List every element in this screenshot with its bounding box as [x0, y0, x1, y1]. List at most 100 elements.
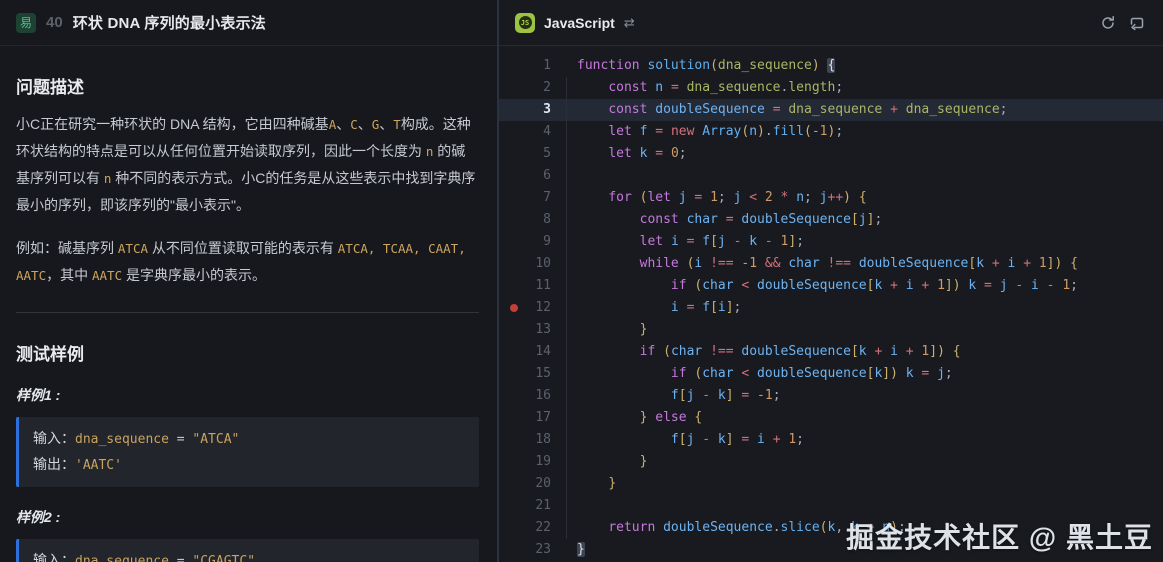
code-text[interactable]: for (let j = 1; j < 2 * n; j++) {	[551, 187, 867, 209]
code-line[interactable]: 23}	[499, 539, 1163, 561]
line-number[interactable]: 15	[535, 363, 551, 385]
code-line[interactable]: 15 if (char < doubleSequence[k]) k = j;	[499, 363, 1163, 385]
line-number[interactable]: 18	[535, 429, 551, 451]
code-line[interactable]: 20 }	[499, 473, 1163, 495]
code-line[interactable]: 14 if (char !== doubleSequence[k + i + 1…	[499, 341, 1163, 363]
code-line[interactable]: 13 }	[499, 319, 1163, 341]
code-text[interactable]: f[j - k] = -1;	[551, 385, 781, 407]
code-text[interactable]: }	[551, 319, 647, 341]
line-gutter[interactable]: 2	[499, 77, 551, 99]
line-gutter[interactable]: 9	[499, 231, 551, 253]
line-gutter[interactable]: 12	[499, 297, 551, 319]
line-gutter[interactable]: 8	[499, 209, 551, 231]
code-text[interactable]: if (char < doubleSequence[k + i + 1]) k …	[551, 275, 1078, 297]
line-number[interactable]: 16	[535, 385, 551, 407]
line-number[interactable]: 13	[535, 319, 551, 341]
code-text[interactable]: while (i !== -1 && char !== doubleSequen…	[551, 253, 1078, 275]
code-line[interactable]: 8 const char = doubleSequence[j];	[499, 209, 1163, 231]
line-number[interactable]: 14	[535, 341, 551, 363]
line-number[interactable]: 1	[543, 55, 551, 77]
code-text[interactable]: let i = f[j - k - 1];	[551, 231, 804, 253]
code-text[interactable]: } else {	[551, 407, 702, 429]
language-selector[interactable]: JavaScript	[544, 15, 615, 31]
line-gutter[interactable]: 21	[499, 495, 551, 517]
code-area[interactable]: 1function solution(dna_sequence) {2 cons…	[499, 46, 1163, 562]
code-text[interactable]: const doubleSequence = dna_sequence + dn…	[551, 99, 1008, 121]
code-text[interactable]: let f = new Array(n).fill(-1);	[551, 121, 843, 143]
code-text[interactable]: function solution(dna_sequence) {	[551, 55, 835, 77]
code-line[interactable]: 12 i = f[i];	[499, 297, 1163, 319]
line-number[interactable]: 19	[535, 451, 551, 473]
code-text[interactable]: const n = dna_sequence.length;	[551, 77, 843, 99]
refresh-icon[interactable]	[1098, 13, 1118, 33]
line-number[interactable]: 2	[543, 77, 551, 99]
line-gutter[interactable]: 23	[499, 539, 551, 561]
line-gutter[interactable]: 20	[499, 473, 551, 495]
line-number[interactable]: 4	[543, 121, 551, 143]
code-text[interactable]	[551, 165, 577, 187]
line-number[interactable]: 22	[535, 517, 551, 539]
code-text[interactable]	[551, 495, 577, 517]
line-gutter[interactable]: 19	[499, 451, 551, 473]
code-line[interactable]: 9 let i = f[j - k - 1];	[499, 231, 1163, 253]
line-gutter[interactable]: 14	[499, 341, 551, 363]
line-gutter[interactable]: 5	[499, 143, 551, 165]
code-line[interactable]: 21	[499, 495, 1163, 517]
code-line[interactable]: 5 let k = 0;	[499, 143, 1163, 165]
code-line[interactable]: 2 const n = dna_sequence.length;	[499, 77, 1163, 99]
line-number[interactable]: 12	[535, 297, 551, 319]
code-line[interactable]: 18 f[j - k] = i + 1;	[499, 429, 1163, 451]
line-gutter[interactable]: 3	[499, 99, 551, 121]
swap-language-icon[interactable]: ⇄	[624, 15, 635, 31]
breakpoint-dot[interactable]	[510, 304, 518, 312]
line-number[interactable]: 17	[535, 407, 551, 429]
code-line[interactable]: 19 }	[499, 451, 1163, 473]
code-text[interactable]: if (char < doubleSequence[k]) k = j;	[551, 363, 953, 385]
line-number[interactable]: 10	[535, 253, 551, 275]
code-line[interactable]: 1function solution(dna_sequence) {	[499, 55, 1163, 77]
line-number[interactable]: 21	[535, 495, 551, 517]
line-number[interactable]: 9	[543, 231, 551, 253]
line-gutter[interactable]: 17	[499, 407, 551, 429]
code-text[interactable]: }	[551, 539, 585, 561]
line-gutter[interactable]: 7	[499, 187, 551, 209]
line-gutter[interactable]: 11	[499, 275, 551, 297]
line-gutter[interactable]: 13	[499, 319, 551, 341]
line-number[interactable]: 20	[535, 473, 551, 495]
code-text[interactable]: return doubleSequence.slice(k, k + n);	[551, 517, 906, 539]
code-line[interactable]: 7 for (let j = 1; j < 2 * n; j++) {	[499, 187, 1163, 209]
code-line[interactable]: 6	[499, 165, 1163, 187]
popout-icon[interactable]	[1127, 13, 1147, 33]
line-number[interactable]: 3	[543, 99, 551, 121]
line-gutter[interactable]: 6	[499, 165, 551, 187]
code-line[interactable]: 10 while (i !== -1 && char !== doubleSeq…	[499, 253, 1163, 275]
code-line[interactable]: 17 } else {	[499, 407, 1163, 429]
code-text[interactable]: }	[551, 473, 616, 495]
code-text[interactable]: let k = 0;	[551, 143, 687, 165]
code-text[interactable]: const char = doubleSequence[j];	[551, 209, 882, 231]
code-line[interactable]: 16 f[j - k] = -1;	[499, 385, 1163, 407]
code-text[interactable]: }	[551, 451, 647, 473]
code-text[interactable]: if (char !== doubleSequence[k + i + 1]) …	[551, 341, 961, 363]
line-number[interactable]: 7	[543, 187, 551, 209]
line-gutter[interactable]: 10	[499, 253, 551, 275]
line-gutter[interactable]: 4	[499, 121, 551, 143]
line-gutter[interactable]: 22	[499, 517, 551, 539]
line-gutter[interactable]: 1	[499, 55, 551, 77]
line-number[interactable]: 23	[535, 539, 551, 561]
code-line[interactable]: 3 const doubleSequence = dna_sequence + …	[499, 99, 1163, 121]
code-line[interactable]: 22 return doubleSequence.slice(k, k + n)…	[499, 517, 1163, 539]
code-text[interactable]: i = f[i];	[551, 297, 741, 319]
line-number[interactable]: 11	[535, 275, 551, 297]
code-line[interactable]: 11 if (char < doubleSequence[k + i + 1])…	[499, 275, 1163, 297]
line-gutter[interactable]: 16	[499, 385, 551, 407]
line-gutter[interactable]: 18	[499, 429, 551, 451]
line-gutter[interactable]: 15	[499, 363, 551, 385]
code-text[interactable]: f[j - k] = i + 1;	[551, 429, 804, 451]
line-number[interactable]: 5	[543, 143, 551, 165]
line-number[interactable]: 6	[543, 165, 551, 187]
text-run: 、	[358, 116, 372, 132]
difficulty-badge: 易	[16, 13, 36, 33]
code-line[interactable]: 4 let f = new Array(n).fill(-1);	[499, 121, 1163, 143]
line-number[interactable]: 8	[543, 209, 551, 231]
